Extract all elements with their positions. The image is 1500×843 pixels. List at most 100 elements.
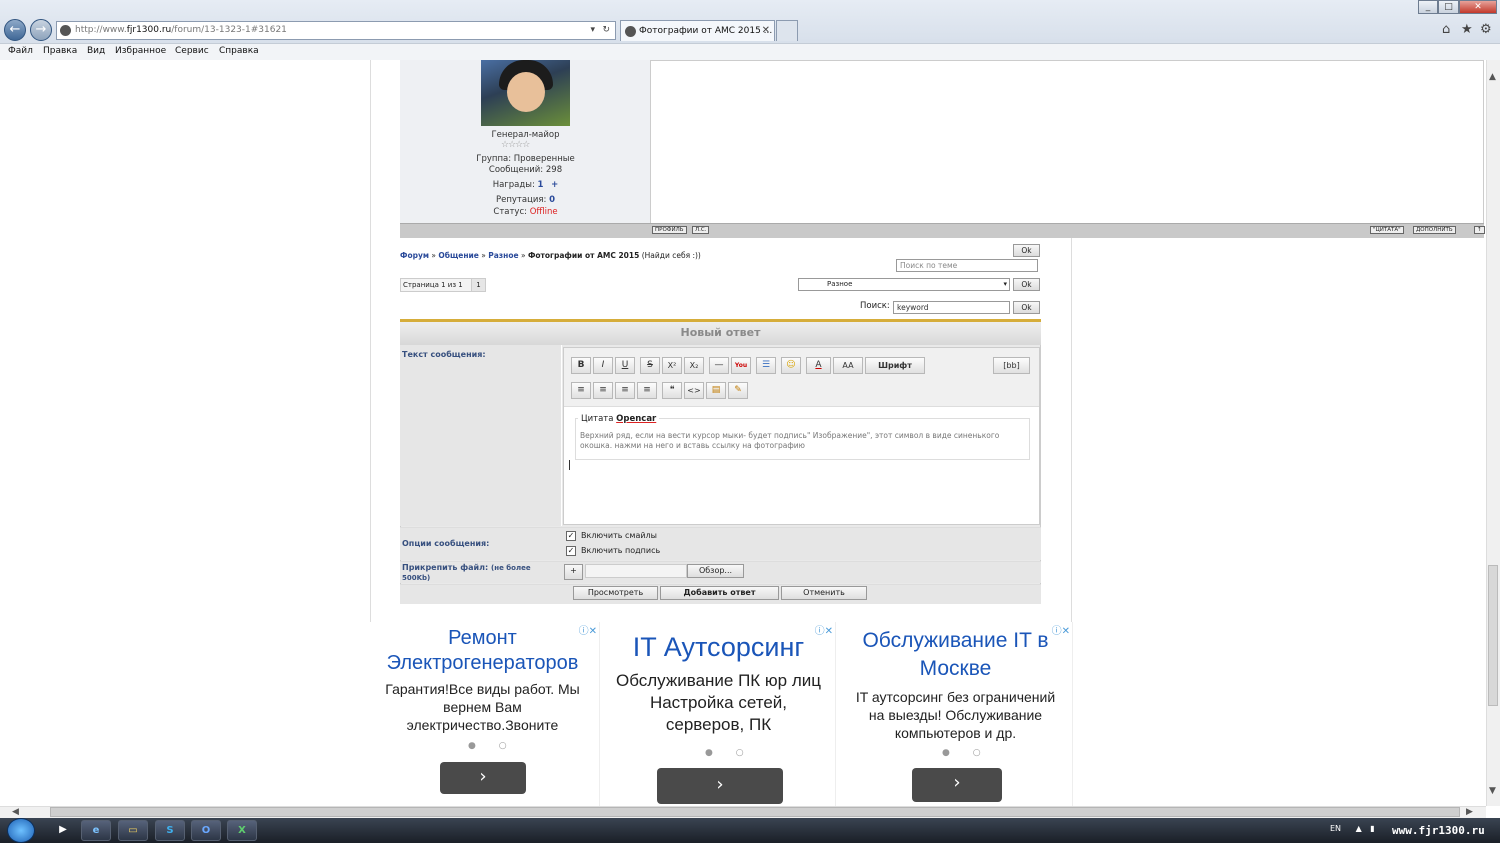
text-color-button[interactable]: A [806, 357, 831, 374]
media-player-icon[interactable]: ▶ [48, 820, 78, 841]
menu-file[interactable]: Файл [8, 46, 33, 56]
back-button[interactable]: ← [4, 19, 26, 41]
language-indicator[interactable]: EN [1330, 824, 1341, 833]
ad-next-button[interactable]: › [657, 768, 783, 804]
page-1-link[interactable]: 1 [471, 279, 485, 291]
font-family-select[interactable]: Шрифт [865, 357, 925, 374]
align-center-button[interactable]: ≡ [593, 382, 613, 399]
internet-explorer-icon[interactable]: e [81, 820, 111, 841]
forum-jump-select[interactable]: Разное ▾ [798, 278, 1010, 291]
scroll-down-icon[interactable]: ▼ [1489, 786, 1496, 796]
list-button[interactable]: ☰ [756, 357, 776, 374]
ad-card[interactable]: ⓘ✕ Обслуживание IT в Москве IT аутсорсин… [839, 622, 1073, 806]
bbcode-toggle-button[interactable]: [bb] [993, 357, 1030, 374]
tab-close-icon[interactable]: ✕ [762, 21, 770, 41]
ad-carousel-dots[interactable]: ● ○ [942, 748, 991, 758]
add-award-button[interactable]: + [551, 180, 558, 190]
awards-value[interactable]: 1 [538, 180, 544, 190]
justify-button[interactable]: ≡ [637, 382, 657, 399]
smiles-checkbox[interactable]: ✓ [566, 531, 576, 541]
ad-choices-icon[interactable]: ⓘ✕ [1052, 622, 1070, 637]
ad-choices-icon[interactable]: ⓘ✕ [579, 622, 597, 637]
preview-button[interactable]: Просмотреть [573, 586, 658, 600]
tab-forum[interactable]: Фотографии от АМС 2015 ... ✕ [620, 20, 775, 41]
ad-next-button[interactable]: › [912, 768, 1002, 802]
search-ok-button[interactable]: Ok [1013, 301, 1040, 314]
reputation-value[interactable]: 0 [549, 195, 555, 205]
ad-title[interactable]: Ремонт Электрогенераторов [366, 622, 599, 676]
search-input[interactable]: keyword [893, 301, 1010, 314]
edit-post-button[interactable]: ДОПОЛНИТЬ [1413, 226, 1456, 234]
youtube-button[interactable]: You [731, 357, 751, 374]
breadcrumb-section[interactable]: Общение [438, 251, 479, 260]
maximize-button[interactable]: □ [1438, 0, 1459, 14]
tray-arrow-icon[interactable]: ▲ [1356, 824, 1362, 833]
link-button[interactable]: ✎ [728, 382, 748, 399]
file-explorer-icon[interactable]: ▭ [118, 820, 148, 841]
ad-choices-icon[interactable]: ⓘ✕ [815, 622, 833, 637]
add-file-button[interactable]: + [564, 564, 583, 580]
excel-icon[interactable]: X [227, 820, 257, 841]
profile-button[interactable]: ПРОФИЛЬ [652, 226, 687, 234]
smile-button[interactable]: ☺ [781, 357, 801, 374]
minimize-button[interactable]: _ [1418, 0, 1438, 14]
address-bar[interactable]: http://www.fjr1300.ru/forum/13-1323-1#31… [56, 21, 616, 40]
hr-button[interactable]: — [709, 357, 729, 374]
menu-edit[interactable]: Правка [43, 46, 77, 56]
ad-next-button[interactable]: › [440, 762, 526, 794]
new-tab-button[interactable] [776, 20, 798, 41]
signature-checkbox[interactable]: ✓ [566, 546, 576, 556]
topic-search-input[interactable]: Поиск по теме [896, 259, 1038, 272]
browse-button[interactable]: Обзор... [687, 564, 744, 578]
italic-button[interactable]: I [593, 357, 613, 374]
ad-card[interactable]: ⓘ✕ Ремонт Электрогенераторов Гарантия!Вс… [366, 622, 600, 806]
avatar [481, 60, 570, 126]
dropdown-icon[interactable]: ▾ [590, 22, 595, 39]
breadcrumb-forum[interactable]: Форум [400, 251, 429, 260]
submit-reply-button[interactable]: Добавить ответ [660, 586, 779, 600]
code-button[interactable]: <> [684, 382, 704, 399]
outlook-icon[interactable]: O [191, 820, 221, 841]
vertical-scroll-thumb[interactable] [1488, 565, 1498, 706]
home-icon[interactable]: ⌂ [1442, 22, 1450, 37]
align-left-button[interactable]: ≡ [571, 382, 591, 399]
network-icon[interactable]: ▮ [1370, 824, 1374, 833]
breadcrumb-subsection[interactable]: Разное [488, 251, 518, 260]
align-right-button[interactable]: ≡ [615, 382, 635, 399]
window-close-button[interactable]: ✕ [1459, 0, 1497, 14]
ad-title[interactable]: IT Аутсорсинг [602, 622, 835, 664]
favorites-star-icon[interactable]: ★ [1461, 22, 1473, 37]
scroll-left-icon[interactable]: ◀ [12, 807, 19, 817]
bold-button[interactable]: B [571, 357, 591, 374]
gear-icon[interactable]: ⚙ [1480, 22, 1492, 37]
file-path-field[interactable] [585, 564, 687, 578]
superscript-button[interactable]: X² [662, 357, 682, 374]
menu-tools[interactable]: Сервис [175, 46, 209, 56]
scroll-top-button[interactable]: ↑ [1474, 226, 1485, 234]
menu-view[interactable]: Вид [87, 46, 105, 56]
menu-favorites[interactable]: Избранное [115, 46, 166, 56]
strike-button[interactable]: S [640, 357, 660, 374]
forward-button[interactable]: → [30, 19, 52, 41]
quote-format-button[interactable]: ❝ [662, 382, 682, 399]
ad-title[interactable]: Обслуживание IT в Москве [839, 622, 1072, 683]
ad-carousel-dots[interactable]: ● ○ [468, 741, 517, 751]
skype-icon[interactable]: S [155, 820, 185, 841]
scroll-up-icon[interactable]: ▲ [1489, 72, 1496, 82]
quote-button[interactable]: "ЦИТАТА" [1370, 226, 1404, 234]
subscript-button[interactable]: X₂ [684, 357, 704, 374]
refresh-icon[interactable]: ↻ [602, 22, 610, 39]
scroll-right-icon[interactable]: ▶ [1466, 807, 1473, 817]
cancel-button[interactable]: Отменить [781, 586, 867, 600]
pm-button[interactable]: Л.С. [692, 226, 710, 234]
horizontal-scroll-thumb[interactable] [50, 807, 1460, 817]
jump-ok-button[interactable]: Ok [1013, 278, 1040, 291]
font-size-select[interactable]: AA [833, 357, 863, 374]
windows-start-icon[interactable] [7, 818, 35, 843]
menu-help[interactable]: Справка [219, 46, 259, 56]
topic-search-ok-button[interactable]: Ok [1013, 244, 1040, 257]
image-button[interactable]: ▤ [706, 382, 726, 399]
ad-card[interactable]: ⓘ✕ IT Аутсорсинг Обслуживание ПК юр лиц … [602, 622, 836, 806]
ad-carousel-dots[interactable]: ● ○ [705, 748, 754, 758]
underline-button[interactable]: U [615, 357, 635, 374]
